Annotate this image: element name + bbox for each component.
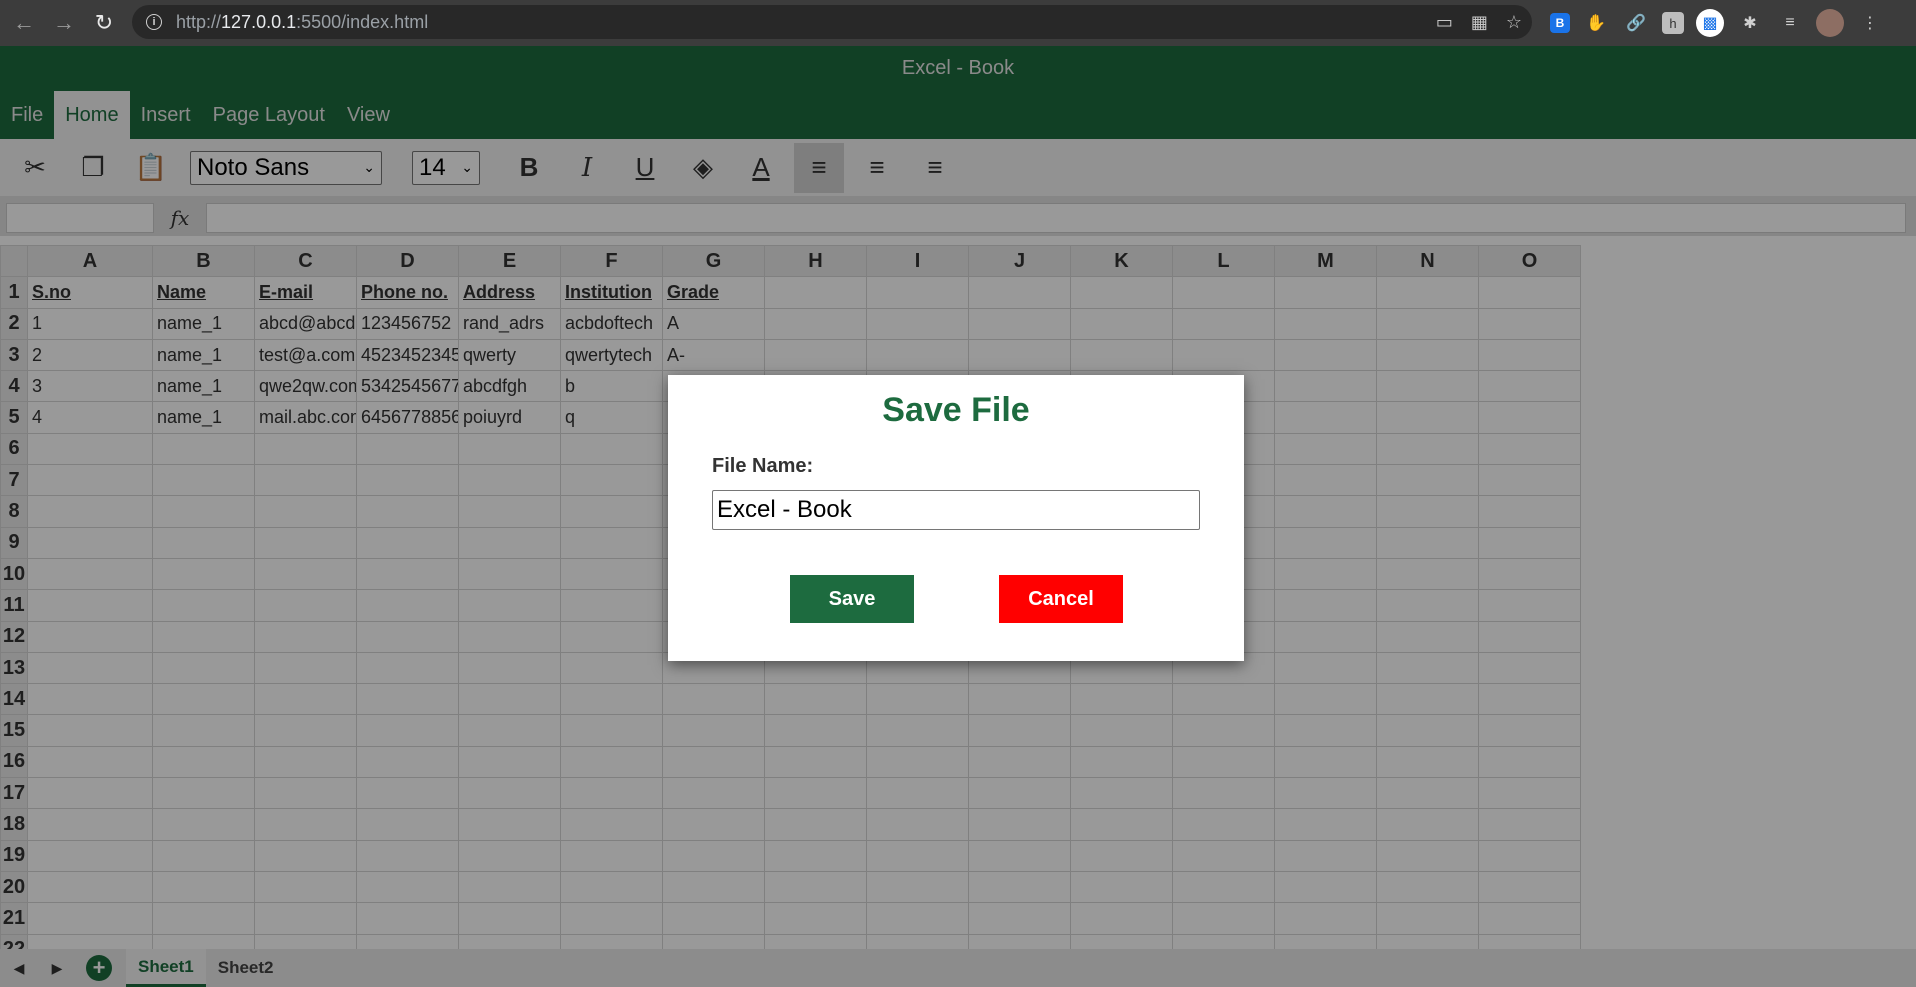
extension-b-icon[interactable]: B xyxy=(1550,13,1570,33)
forward-icon[interactable]: → xyxy=(44,3,84,43)
extension-hand-icon[interactable]: ✋ xyxy=(1582,9,1610,37)
profile-avatar[interactable] xyxy=(1816,9,1844,37)
extension-link-icon[interactable]: 🔗 xyxy=(1622,9,1650,37)
extensions-puzzle-icon[interactable]: ✱ xyxy=(1736,9,1764,37)
cancel-button[interactable]: Cancel xyxy=(999,575,1123,623)
extension-chat-icon[interactable]: ▩ xyxy=(1696,9,1724,37)
site-info-icon[interactable]: i xyxy=(146,14,162,30)
file-name-label: File Name: xyxy=(712,455,814,477)
browser-toolbar: ← → ↻ i http://127.0.0.1:5500/index.html… xyxy=(0,0,1916,46)
save-button[interactable]: Save xyxy=(790,575,914,623)
apps-icon[interactable]: ▦ xyxy=(1471,12,1488,33)
cast-icon[interactable]: ▭ xyxy=(1436,12,1453,33)
dialog-title: Save File xyxy=(882,391,1030,429)
bookmark-star-icon[interactable]: ☆ xyxy=(1506,12,1522,33)
back-icon[interactable]: ← xyxy=(4,3,44,43)
reading-list-icon[interactable]: ≡ xyxy=(1776,9,1804,37)
reload-icon[interactable]: ↻ xyxy=(84,3,124,43)
extensions-area: B ✋ 🔗 h ▩ ✱ ≡ ⋮ xyxy=(1550,7,1884,39)
save-file-dialog: Save File File Name: Save Cancel xyxy=(668,375,1244,661)
browser-menu-icon[interactable]: ⋮ xyxy=(1856,9,1884,37)
file-name-input[interactable] xyxy=(712,490,1200,530)
address-bar[interactable]: i http://127.0.0.1:5500/index.html ▭ ▦ ☆ xyxy=(132,5,1532,39)
url-text[interactable]: http://127.0.0.1:5500/index.html xyxy=(176,12,428,33)
extension-h-icon[interactable]: h xyxy=(1662,12,1684,34)
